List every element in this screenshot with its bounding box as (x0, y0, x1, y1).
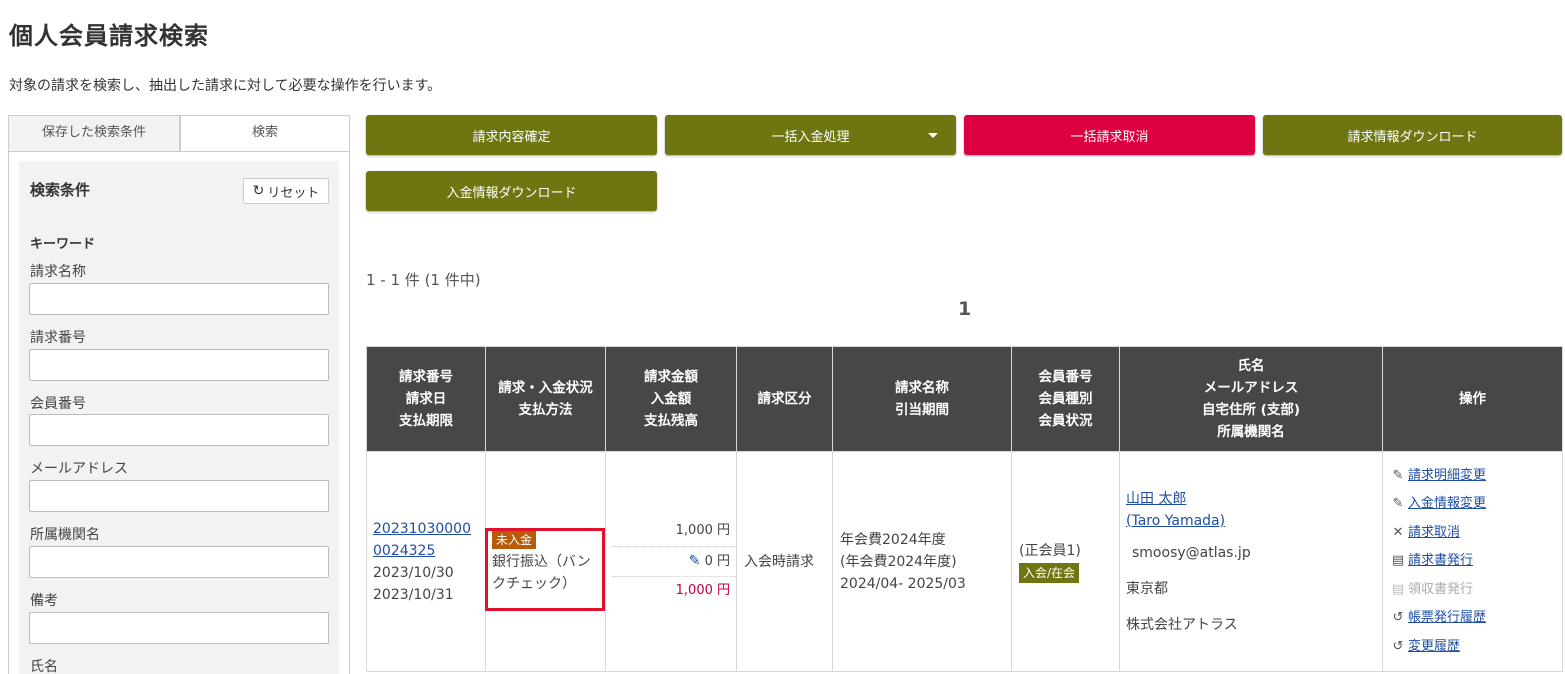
search-tabs: 保存した検索条件 検索 (8, 115, 350, 152)
page-description: 対象の請求を検索し、抽出した請求に対して必要な操作を行います。 (9, 78, 442, 94)
reset-label: リセット (267, 185, 320, 201)
pagination-current-page[interactable]: 1 (958, 298, 971, 320)
document-icon: ▤ (1391, 581, 1405, 597)
invoice-name: 年会費2024年度 (840, 531, 946, 548)
operations-cell: ✎ 請求明細変更 ✎ 入金情報変更 ✕ 請求取消 ▤ 請求書発行 ▤ 領収書発行… (1382, 451, 1563, 672)
confirm-invoice-button[interactable]: 請求内容確定 (366, 115, 657, 155)
invoice-name-input[interactable] (29, 283, 329, 315)
invoice-date: 2023/10/30 (373, 564, 454, 581)
allocation-period: 2024/04- 2025/03 (840, 575, 966, 592)
member-cell: (正会員1) 入会/在会 (1011, 451, 1120, 672)
pencil-icon: ✎ (1392, 467, 1404, 483)
reset-button[interactable]: ↻ リセット (243, 178, 329, 204)
col-header-member[interactable]: 会員番号 会員種別 会員状況 (1011, 346, 1120, 452)
op-change-history[interactable]: ↺ 変更履歴 (1391, 633, 1562, 662)
search-conditions: 検索条件 ↻ リセット キーワード 請求名称 請求番号 会員番号 メールアドレス… (19, 161, 339, 674)
email-label: メールアドレス (30, 461, 128, 477)
tab-saved-conditions[interactable]: 保存した検索条件 (8, 115, 180, 152)
person-cell: 山田 太郎 (Taro Yamada) smoosy@atlas.jp 東京都 株… (1119, 451, 1383, 672)
keyword-heading: キーワード (30, 237, 96, 252)
col-header-category[interactable]: 請求区分 (736, 346, 833, 452)
op-cancel-invoice[interactable]: ✕ 請求取消 (1391, 519, 1562, 548)
invoice-number-input[interactable] (29, 349, 329, 381)
invoice-name-cell: 年会費2024年度 (年会費2024年度) 2024/04- 2025/03 (832, 451, 1012, 672)
remarks-label: 備考 (30, 593, 58, 609)
reset-icon: ↻ (252, 183, 265, 199)
pencil-icon: ✎ (1392, 496, 1404, 512)
balance-amount: 1,000 円 (675, 583, 730, 598)
result-count: 1 - 1 件 (1 件中) (366, 271, 481, 289)
op-edit-payment-info[interactable]: ✎ 入金情報変更 (1391, 490, 1562, 519)
bulk-payment-button[interactable]: 一括入金処理 (665, 115, 956, 155)
conditions-title: 検索条件 (30, 181, 91, 199)
op-issue-receipt: ▤ 領収書発行 (1391, 576, 1562, 605)
member-number-input[interactable] (29, 414, 329, 446)
amount-cell: 1,000 円 ✎ 0 円 1,000 円 (605, 451, 737, 672)
history-icon: ↺ (1392, 638, 1404, 654)
paid-amount-row: ✎ 0 円 (606, 547, 736, 576)
email-input[interactable] (29, 480, 329, 512)
person-name-link[interactable]: 山田 太郎 (Taro Yamada) (1126, 488, 1382, 532)
invoice-category: 入会時請求 (744, 553, 814, 570)
col-header-person[interactable]: 氏名 メールアドレス 自宅住所 (支部) 所属機関名 (1119, 346, 1383, 452)
category-cell: 入会時請求 (736, 451, 833, 672)
history-icon: ↺ (1392, 610, 1404, 626)
col-header-operations: 操作 (1382, 346, 1563, 452)
remarks-input[interactable] (29, 612, 329, 644)
edit-payment-icon[interactable]: ✎ (689, 553, 701, 569)
col-header-invoice-name[interactable]: 請求名称 引当期間 (832, 346, 1012, 452)
op-issue-invoice[interactable]: ▤ 請求書発行 (1391, 547, 1562, 576)
document-icon: ▤ (1391, 553, 1405, 569)
organization-input[interactable] (29, 546, 329, 578)
invoice-name-sub: (年会費2024年度) (840, 553, 957, 570)
due-date: 2023/10/31 (373, 586, 454, 603)
member-number-label: 会員番号 (30, 396, 86, 412)
invoice-name-label: 請求名称 (30, 264, 86, 280)
invoice-number-label: 請求番号 (30, 330, 86, 346)
organization-label: 所属機関名 (30, 527, 100, 543)
person-address: 東京都 (1126, 580, 1168, 597)
highlight-box (485, 528, 605, 611)
tab-search[interactable]: 検索 (180, 115, 350, 152)
invoice-table: 請求番号 請求日 支払期限 請求・入金状況 支払方法 請求金額 入金額 支払残高 請求区分… (366, 346, 1563, 672)
search-panel: 検索条件 ↻ リセット キーワード 請求名称 請求番号 会員番号 メールアドレス… (8, 151, 350, 674)
member-type: (正会員1) (1019, 542, 1081, 559)
col-header-amount[interactable]: 請求金額 入金額 支払残高 (605, 346, 737, 452)
paid-amount: 0 円 (704, 554, 730, 569)
name-label: 氏名 (30, 659, 58, 674)
op-edit-invoice-details[interactable]: ✎ 請求明細変更 (1391, 462, 1562, 491)
person-organization: 株式会社アトラス (1126, 616, 1238, 633)
bulk-cancel-button[interactable]: 一括請求取消 (964, 115, 1255, 155)
page-title: 個人会員請求検索 (9, 22, 209, 50)
member-status-badge: 入会/在会 (1019, 562, 1080, 583)
payment-download-button[interactable]: 入金情報ダウンロード (366, 171, 657, 211)
col-header-status[interactable]: 請求・入金状況 支払方法 (485, 346, 606, 452)
table-header-row: 請求番号 請求日 支払期限 請求・入金状況 支払方法 請求金額 入金額 支払残高 請求区分… (366, 346, 1563, 452)
cross-icon: ✕ (1392, 524, 1404, 540)
invoice-download-button[interactable]: 請求情報ダウンロード (1263, 115, 1562, 155)
person-email: smoosy@atlas.jp (1132, 544, 1251, 561)
invoice-number-link[interactable]: 20231030000 0024325 (373, 518, 485, 562)
bulk-payment-label: 一括入金処理 (771, 129, 850, 145)
caret-down-icon (928, 133, 938, 138)
col-header-invoice[interactable]: 請求番号 請求日 支払期限 (366, 346, 486, 452)
billed-amount: 1,000 円 (675, 523, 730, 538)
op-form-history[interactable]: ↺ 帳票発行履歴 (1391, 604, 1562, 633)
invoice-cell: 20231030000 0024325 2023/10/30 2023/10/31 (366, 451, 486, 672)
